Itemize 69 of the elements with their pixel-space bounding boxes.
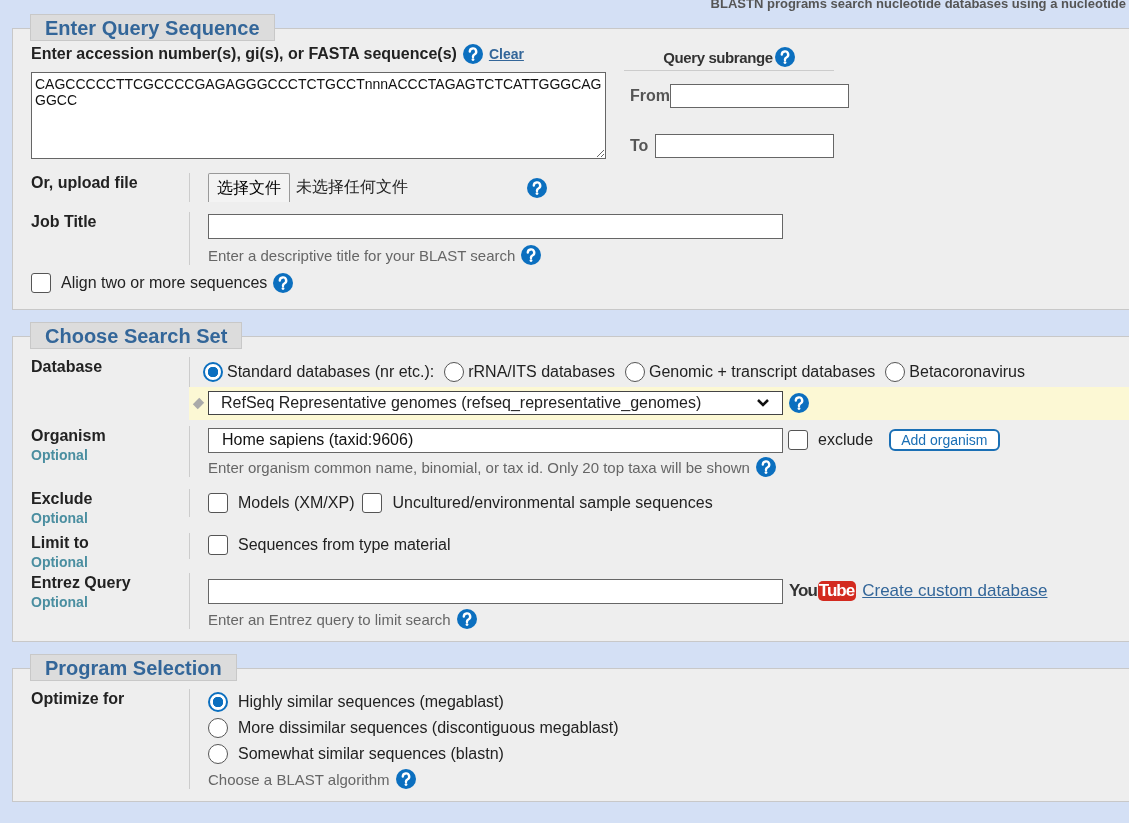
add-organism-button[interactable]: Add organism	[889, 429, 1000, 451]
optional-label: Optional	[31, 446, 89, 464]
field-label: Exclude	[31, 489, 94, 509]
help-icon[interactable]	[527, 177, 547, 198]
checkbox-label: Uncultured/environmental sample sequences	[392, 494, 713, 512]
help-icon[interactable]	[462, 44, 483, 64]
organism-hint: Enter organism common name, binomial, or tax id. Only 20 top taxa will be shown	[208, 458, 750, 476]
subrange-title: Query subrange	[663, 48, 773, 66]
checkbox-label: Models (XM/XP)	[238, 494, 355, 512]
file-status: 未选择任何文件	[296, 177, 408, 197]
radio-label: Betacoronavirus	[909, 363, 1025, 381]
sequence-field[interactable]: CAGCCCCCTTCGCCCCGAGAGGGCCCTCTGCCTnnnACCCTAGAGTCTCATTGGGCAGGGCC	[31, 72, 606, 159]
job-title-field[interactable]	[208, 214, 783, 239]
checkbox[interactable]	[208, 493, 228, 513]
chevron-icon	[756, 398, 770, 408]
field-label: Organism	[31, 426, 107, 446]
radio-label: More dissimilar sequences (discontiguous megablast)	[238, 719, 619, 737]
field-label: Or, upload file	[31, 173, 139, 193]
checkbox-label: exclude	[818, 431, 874, 449]
radio-label: rRNA/ITS databases	[468, 363, 615, 381]
to-field[interactable]	[655, 134, 834, 158]
help-icon[interactable]	[789, 393, 809, 413]
field-label: Database	[31, 357, 104, 377]
optional-label: Optional	[31, 553, 89, 571]
help-icon[interactable]	[273, 273, 294, 293]
help-icon[interactable]	[395, 769, 416, 789]
from-label: From	[630, 87, 670, 105]
radio-button[interactable]	[208, 718, 228, 738]
organism-field[interactable]: Home sapiens (taxid:9606)	[208, 427, 783, 453]
field-label: Optimize for	[31, 689, 126, 709]
help-icon[interactable]	[755, 457, 776, 477]
job-title-hint: Enter a descriptive title for your BLAST search	[208, 246, 516, 264]
radio-button[interactable]	[624, 362, 645, 382]
radio-label: Standard databases (nr etc.):	[227, 363, 435, 381]
algorithm-hint: Choose a BLAST algorithm	[208, 770, 390, 788]
radio-label: Highly similar sequences (megablast)	[238, 693, 504, 711]
checkbox[interactable]	[31, 273, 51, 293]
field-label: Entrez Query	[31, 573, 132, 593]
optional-label: Optional	[31, 593, 89, 611]
database-select[interactable]: RefSeq Representative genomes (refseq_representative_genomes)	[208, 391, 783, 415]
help-icon[interactable]	[456, 609, 477, 629]
radio-button[interactable]	[208, 744, 228, 764]
radio-button[interactable]	[885, 362, 906, 382]
radio-label: Genomic + transcript databases	[648, 363, 876, 381]
radio-button[interactable]	[444, 362, 465, 382]
field-label: Limit to	[31, 533, 90, 553]
radio-label: Somewhat similar sequences (blastn)	[238, 745, 504, 763]
choose-file-button[interactable]: 选择文件	[208, 173, 290, 202]
clear-link[interactable]: Clear	[488, 46, 524, 62]
checkbox-label: Align two or more sequences	[61, 274, 268, 292]
entrez-hint: Enter an Entrez query to limit search	[208, 610, 451, 628]
checkbox[interactable]	[362, 493, 383, 513]
checkbox[interactable]	[788, 430, 808, 450]
checkbox-label: Sequences from type material	[238, 536, 451, 554]
help-icon[interactable]	[521, 245, 542, 265]
entrez-query-field[interactable]	[208, 578, 783, 604]
section-title: Choose Search Set	[30, 322, 243, 349]
create-database-link[interactable]: Create custom database	[862, 581, 1048, 601]
from-field[interactable]	[670, 84, 849, 108]
sequence-label: Enter accession number(s), gi(s), or FASTA sequence(s)	[31, 45, 457, 63]
section-title: Program Selection	[30, 654, 237, 681]
radio-button[interactable]	[208, 692, 228, 712]
help-icon[interactable]	[774, 47, 795, 67]
field-label: Job Title	[31, 212, 98, 232]
optional-label: Optional	[31, 509, 89, 527]
radio-button[interactable]	[203, 362, 223, 382]
to-label: To	[630, 137, 650, 155]
checkbox[interactable]	[208, 535, 228, 555]
section-title: Enter Query Sequence	[30, 14, 275, 41]
